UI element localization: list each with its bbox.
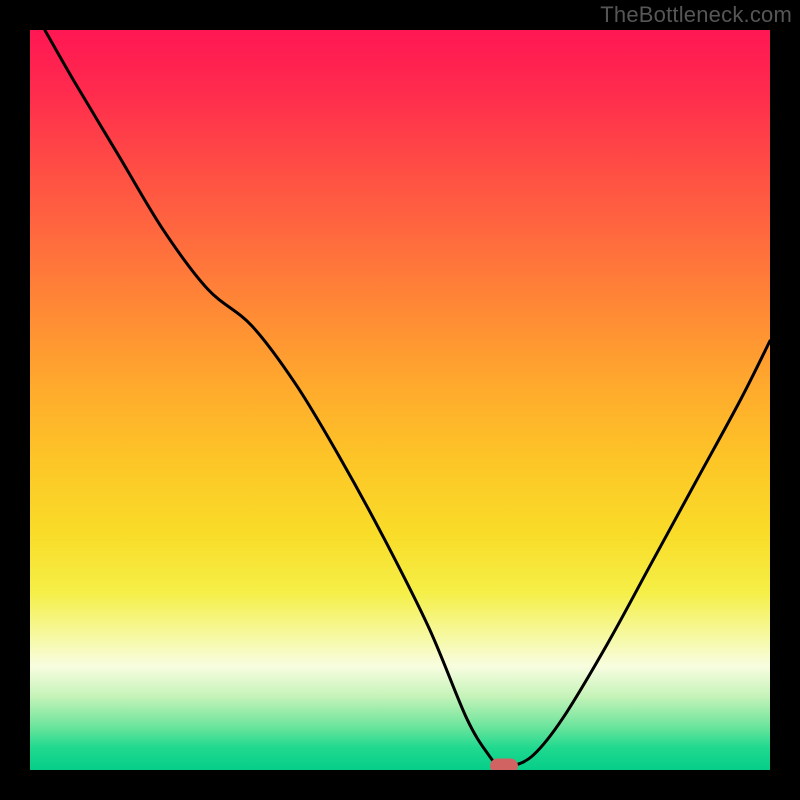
bottleneck-curve bbox=[30, 30, 770, 770]
watermark-text: TheBottleneck.com bbox=[600, 2, 792, 28]
chart-frame: TheBottleneck.com bbox=[0, 0, 800, 800]
plot-area bbox=[30, 30, 770, 770]
optimal-marker bbox=[490, 759, 518, 770]
